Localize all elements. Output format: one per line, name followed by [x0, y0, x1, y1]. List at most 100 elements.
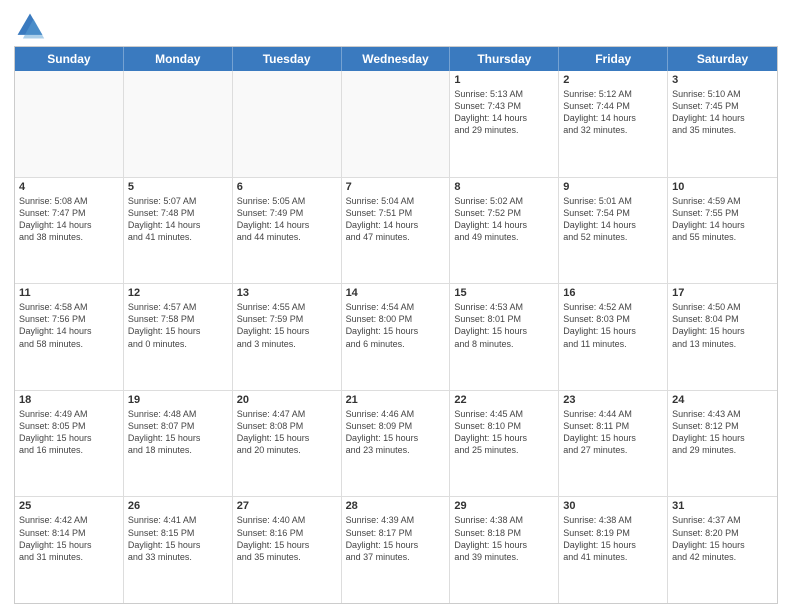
day-number: 4	[19, 181, 119, 193]
day-number: 6	[237, 181, 337, 193]
cal-cell: 8 Sunrise: 5:02 AM Sunset: 7:52 PM Daylig…	[450, 178, 559, 284]
cal-cell: 10 Sunrise: 4:59 AM Sunset: 7:55 PM Dayli…	[668, 178, 777, 284]
cell-info: Sunrise: 4:40 AM Sunset: 8:16 PM Dayligh…	[237, 514, 337, 563]
day-number: 17	[672, 287, 773, 299]
day-number: 22	[454, 394, 554, 406]
day-number: 24	[672, 394, 773, 406]
cal-week-2: 4 Sunrise: 5:08 AM Sunset: 7:47 PM Daylig…	[15, 177, 777, 284]
cell-info: Sunrise: 4:49 AM Sunset: 8:05 PM Dayligh…	[19, 408, 119, 457]
cell-info: Sunrise: 4:53 AM Sunset: 8:01 PM Dayligh…	[454, 301, 554, 350]
cal-cell: 21 Sunrise: 4:46 AM Sunset: 8:09 PM Dayli…	[342, 391, 451, 497]
cal-cell: 18 Sunrise: 4:49 AM Sunset: 8:05 PM Dayli…	[15, 391, 124, 497]
day-number: 13	[237, 287, 337, 299]
cell-info: Sunrise: 4:44 AM Sunset: 8:11 PM Dayligh…	[563, 408, 663, 457]
cell-info: Sunrise: 5:01 AM Sunset: 7:54 PM Dayligh…	[563, 195, 663, 244]
cell-info: Sunrise: 5:08 AM Sunset: 7:47 PM Dayligh…	[19, 195, 119, 244]
cal-cell: 14 Sunrise: 4:54 AM Sunset: 8:00 PM Dayli…	[342, 284, 451, 390]
cal-cell: 3 Sunrise: 5:10 AM Sunset: 7:45 PM Daylig…	[668, 71, 777, 177]
cell-info: Sunrise: 4:42 AM Sunset: 8:14 PM Dayligh…	[19, 514, 119, 563]
day-number: 28	[346, 500, 446, 512]
cell-info: Sunrise: 4:50 AM Sunset: 8:04 PM Dayligh…	[672, 301, 773, 350]
cell-info: Sunrise: 4:37 AM Sunset: 8:20 PM Dayligh…	[672, 514, 773, 563]
day-number: 2	[563, 74, 663, 86]
day-number: 23	[563, 394, 663, 406]
cal-cell: 26Sunrise: 4:41 AM Sunset: 8:15 PM Dayli…	[124, 497, 233, 603]
day-number: 12	[128, 287, 228, 299]
day-number: 29	[454, 500, 554, 512]
calendar-header-row: SundayMondayTuesdayWednesdayThursdayFrid…	[15, 47, 777, 71]
cal-cell: 22Sunrise: 4:45 AM Sunset: 8:10 PM Dayli…	[450, 391, 559, 497]
day-number: 10	[672, 181, 773, 193]
cal-cell: 6 Sunrise: 5:05 AM Sunset: 7:49 PM Daylig…	[233, 178, 342, 284]
day-number: 31	[672, 500, 773, 512]
cell-info: Sunrise: 4:38 AM Sunset: 8:18 PM Dayligh…	[454, 514, 554, 563]
cal-header-monday: Monday	[124, 47, 233, 71]
cell-info: Sunrise: 4:41 AM Sunset: 8:15 PM Dayligh…	[128, 514, 228, 563]
day-number: 19	[128, 394, 228, 406]
cal-cell: 20 Sunrise: 4:47 AM Sunset: 8:08 PM Dayli…	[233, 391, 342, 497]
cal-cell: 24 Sunrise: 4:43 AM Sunset: 8:12 PM Dayli…	[668, 391, 777, 497]
cell-info: Sunrise: 4:43 AM Sunset: 8:12 PM Dayligh…	[672, 408, 773, 457]
day-number: 14	[346, 287, 446, 299]
cal-header-saturday: Saturday	[668, 47, 777, 71]
day-number: 11	[19, 287, 119, 299]
header	[14, 10, 778, 42]
cell-info: Sunrise: 5:02 AM Sunset: 7:52 PM Dayligh…	[454, 195, 554, 244]
cell-info: Sunrise: 4:46 AM Sunset: 8:09 PM Dayligh…	[346, 408, 446, 457]
cell-info: Sunrise: 5:10 AM Sunset: 7:45 PM Dayligh…	[672, 88, 773, 137]
day-number: 16	[563, 287, 663, 299]
cal-week-3: 11 Sunrise: 4:58 AM Sunset: 7:56 PM Dayli…	[15, 283, 777, 390]
cell-info: Sunrise: 4:47 AM Sunset: 8:08 PM Dayligh…	[237, 408, 337, 457]
cell-info: Sunrise: 4:48 AM Sunset: 8:07 PM Dayligh…	[128, 408, 228, 457]
cell-info: Sunrise: 4:59 AM Sunset: 7:55 PM Dayligh…	[672, 195, 773, 244]
cell-info: Sunrise: 4:58 AM Sunset: 7:56 PM Dayligh…	[19, 301, 119, 350]
day-number: 15	[454, 287, 554, 299]
cal-cell: 11 Sunrise: 4:58 AM Sunset: 7:56 PM Dayli…	[15, 284, 124, 390]
cal-cell: 13 Sunrise: 4:55 AM Sunset: 7:59 PM Dayli…	[233, 284, 342, 390]
cell-info: Sunrise: 4:52 AM Sunset: 8:03 PM Dayligh…	[563, 301, 663, 350]
cell-info: Sunrise: 4:39 AM Sunset: 8:17 PM Dayligh…	[346, 514, 446, 563]
cell-info: Sunrise: 5:05 AM Sunset: 7:49 PM Dayligh…	[237, 195, 337, 244]
day-number: 18	[19, 394, 119, 406]
cal-cell: 7 Sunrise: 5:04 AM Sunset: 7:51 PM Daylig…	[342, 178, 451, 284]
cal-week-4: 18 Sunrise: 4:49 AM Sunset: 8:05 PM Dayli…	[15, 390, 777, 497]
day-number: 25	[19, 500, 119, 512]
cal-cell: 25 Sunrise: 4:42 AM Sunset: 8:14 PM Dayli…	[15, 497, 124, 603]
day-number: 7	[346, 181, 446, 193]
cell-info: Sunrise: 4:55 AM Sunset: 7:59 PM Dayligh…	[237, 301, 337, 350]
day-number: 9	[563, 181, 663, 193]
cell-info: Sunrise: 4:54 AM Sunset: 8:00 PM Dayligh…	[346, 301, 446, 350]
day-number: 5	[128, 181, 228, 193]
cal-cell: 2Sunrise: 5:12 AM Sunset: 7:44 PM Daylig…	[559, 71, 668, 177]
cal-cell: 16 Sunrise: 4:52 AM Sunset: 8:03 PM Dayli…	[559, 284, 668, 390]
cal-cell: 31 Sunrise: 4:37 AM Sunset: 8:20 PM Dayli…	[668, 497, 777, 603]
cell-info: Sunrise: 5:04 AM Sunset: 7:51 PM Dayligh…	[346, 195, 446, 244]
cal-cell: 5Sunrise: 5:07 AM Sunset: 7:48 PM Daylig…	[124, 178, 233, 284]
day-number: 27	[237, 500, 337, 512]
cal-week-5: 25 Sunrise: 4:42 AM Sunset: 8:14 PM Dayli…	[15, 496, 777, 603]
cal-header-tuesday: Tuesday	[233, 47, 342, 71]
day-number: 30	[563, 500, 663, 512]
day-number: 8	[454, 181, 554, 193]
cal-cell: 28 Sunrise: 4:39 AM Sunset: 8:17 PM Dayli…	[342, 497, 451, 603]
cal-cell: 19 Sunrise: 4:48 AM Sunset: 8:07 PM Dayli…	[124, 391, 233, 497]
cal-header-wednesday: Wednesday	[342, 47, 451, 71]
cal-cell	[124, 71, 233, 177]
day-number: 1	[454, 74, 554, 86]
day-number: 20	[237, 394, 337, 406]
cal-cell: 15 Sunrise: 4:53 AM Sunset: 8:01 PM Dayli…	[450, 284, 559, 390]
cal-header-sunday: Sunday	[15, 47, 124, 71]
cal-week-1: 1 Sunrise: 5:13 AM Sunset: 7:43 PM Daylig…	[15, 71, 777, 177]
cal-cell	[15, 71, 124, 177]
day-number: 3	[672, 74, 773, 86]
calendar: SundayMondayTuesdayWednesdayThursdayFrid…	[14, 46, 778, 604]
logo	[14, 10, 50, 42]
cal-cell: 30Sunrise: 4:38 AM Sunset: 8:19 PM Dayli…	[559, 497, 668, 603]
day-number: 21	[346, 394, 446, 406]
cal-cell	[233, 71, 342, 177]
cell-info: Sunrise: 5:13 AM Sunset: 7:43 PM Dayligh…	[454, 88, 554, 137]
cal-cell: 17 Sunrise: 4:50 AM Sunset: 8:04 PM Dayli…	[668, 284, 777, 390]
cal-cell: 23 Sunrise: 4:44 AM Sunset: 8:11 PM Dayli…	[559, 391, 668, 497]
cal-header-friday: Friday	[559, 47, 668, 71]
cell-info: Sunrise: 4:57 AM Sunset: 7:58 PM Dayligh…	[128, 301, 228, 350]
